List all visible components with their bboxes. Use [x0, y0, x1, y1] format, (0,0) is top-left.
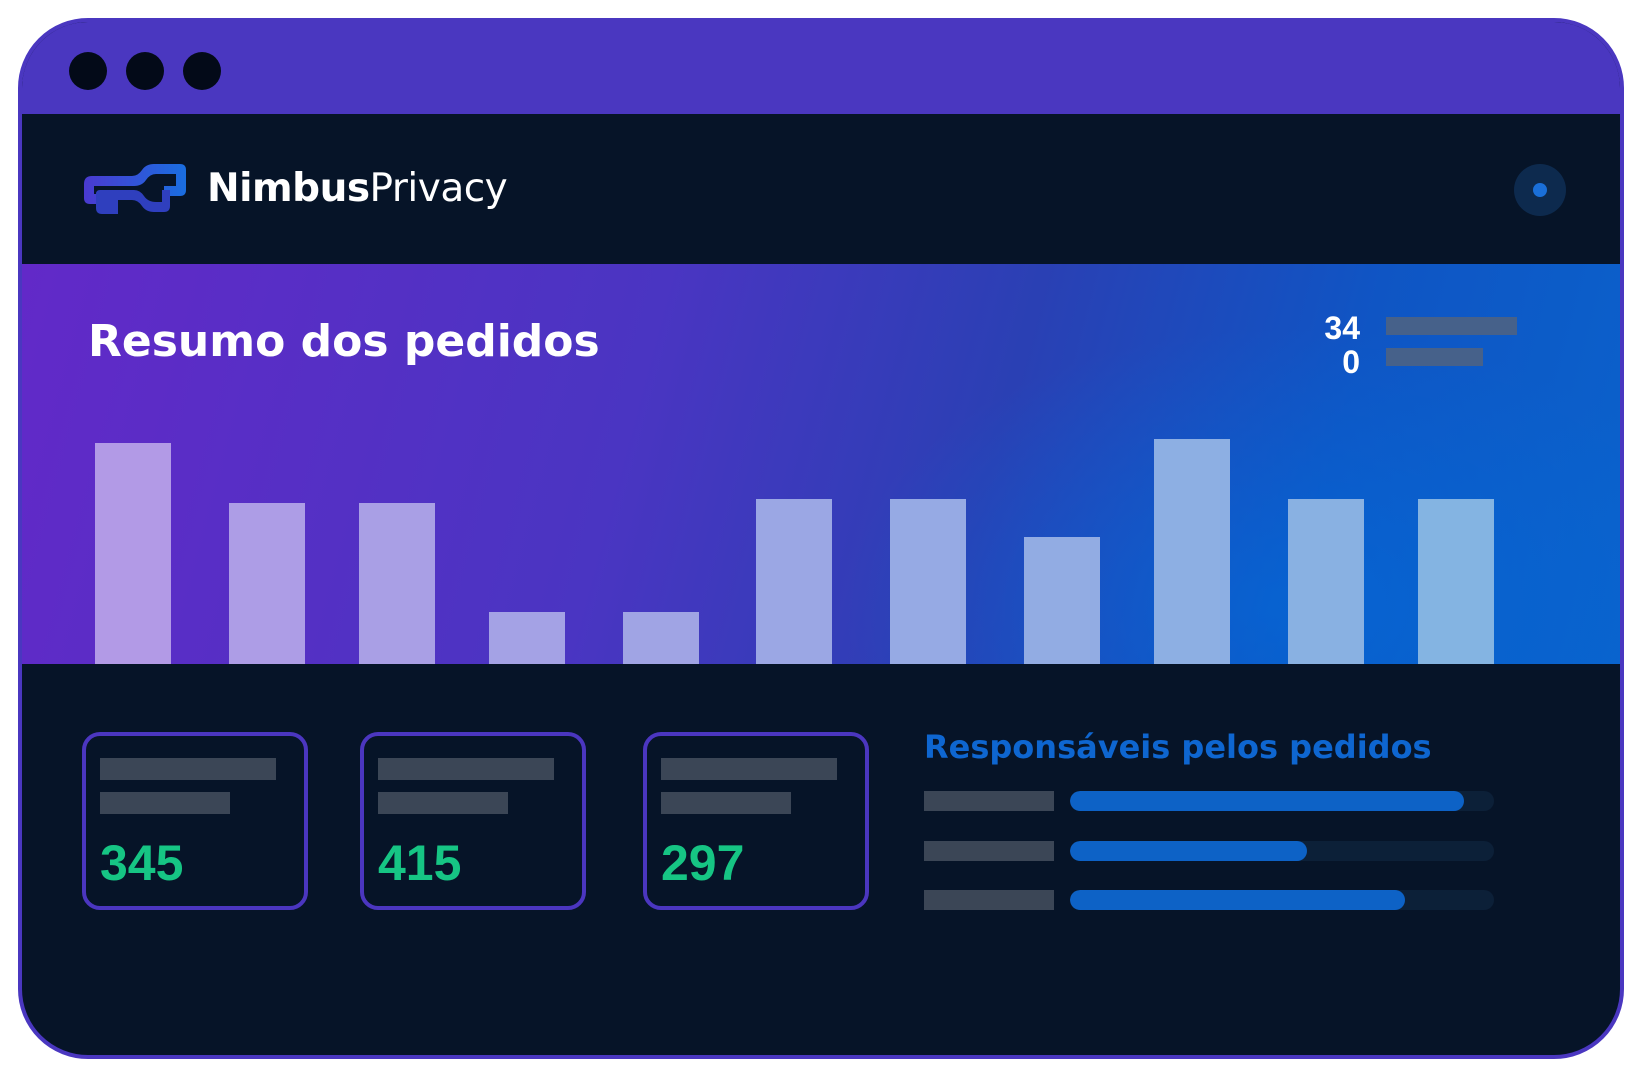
chart-bar[interactable] [1288, 499, 1364, 664]
responsible-progress-fill [1070, 841, 1308, 861]
responsible-progress-fill [1070, 890, 1405, 910]
chart-bar[interactable] [890, 499, 966, 664]
chart-bar[interactable] [95, 443, 171, 664]
window-control-dot[interactable] [69, 52, 107, 90]
chart-bar[interactable] [229, 503, 305, 664]
chart-bar[interactable] [623, 612, 699, 664]
responsible-row[interactable] [924, 791, 1494, 813]
user-avatar-icon [1533, 183, 1547, 197]
responsible-progress-fill [1070, 791, 1465, 811]
brand-name-bold: Nimbus [207, 166, 370, 211]
stat-value: 345 [100, 835, 184, 891]
stat-sublabel-placeholder [661, 792, 791, 814]
window-control-dot[interactable] [126, 52, 164, 90]
stat-label-placeholder [378, 758, 554, 780]
brand-name: NimbusPrivacy [207, 166, 508, 211]
brand-name-regular: Privacy [369, 166, 508, 211]
responsible-row[interactable] [924, 841, 1494, 863]
nimbus-logo-icon [84, 164, 186, 214]
chart-bar[interactable] [1418, 499, 1494, 664]
chart-bar[interactable] [1024, 537, 1100, 664]
legend-value-top: 34 [1324, 310, 1360, 346]
window-titlebar [22, 22, 1620, 114]
stat-label-placeholder [661, 758, 837, 780]
chart-bar[interactable] [489, 612, 565, 664]
user-avatar-button[interactable] [1514, 164, 1566, 216]
stat-card[interactable]: 297 [643, 732, 869, 910]
stat-sublabel-placeholder [378, 792, 508, 814]
requests-summary-panel: Resumo dos pedidos 34 0 [22, 264, 1620, 664]
responsible-progress-track [1070, 841, 1494, 861]
responsible-name-placeholder [924, 791, 1054, 811]
responsible-name-placeholder [924, 841, 1054, 861]
responsibles-title: Responsáveis pelos pedidos [924, 728, 1432, 766]
chart-bar[interactable] [359, 503, 435, 664]
page-title: Resumo dos pedidos [88, 316, 600, 367]
stat-value: 415 [378, 835, 462, 891]
legend-value-bottom: 0 [1342, 344, 1360, 380]
responsible-row[interactable] [924, 890, 1494, 912]
stat-sublabel-placeholder [100, 792, 230, 814]
stat-card[interactable]: 415 [360, 732, 586, 910]
responsible-progress-track [1070, 791, 1494, 811]
chart-bar[interactable] [756, 499, 832, 664]
app-window: NimbusPrivacy Resumo dos pedidos 34 0 34… [18, 18, 1624, 1059]
responsible-name-placeholder [924, 890, 1054, 910]
stat-value: 297 [661, 835, 745, 891]
stat-card[interactable]: 345 [82, 732, 308, 910]
responsible-progress-track [1070, 890, 1494, 910]
legend-placeholder-bar [1386, 348, 1483, 366]
app-header: NimbusPrivacy [22, 114, 1620, 264]
window-control-dot[interactable] [183, 52, 221, 90]
stat-label-placeholder [100, 758, 276, 780]
legend-placeholder-bar [1386, 317, 1517, 335]
chart-bar[interactable] [1154, 439, 1230, 664]
